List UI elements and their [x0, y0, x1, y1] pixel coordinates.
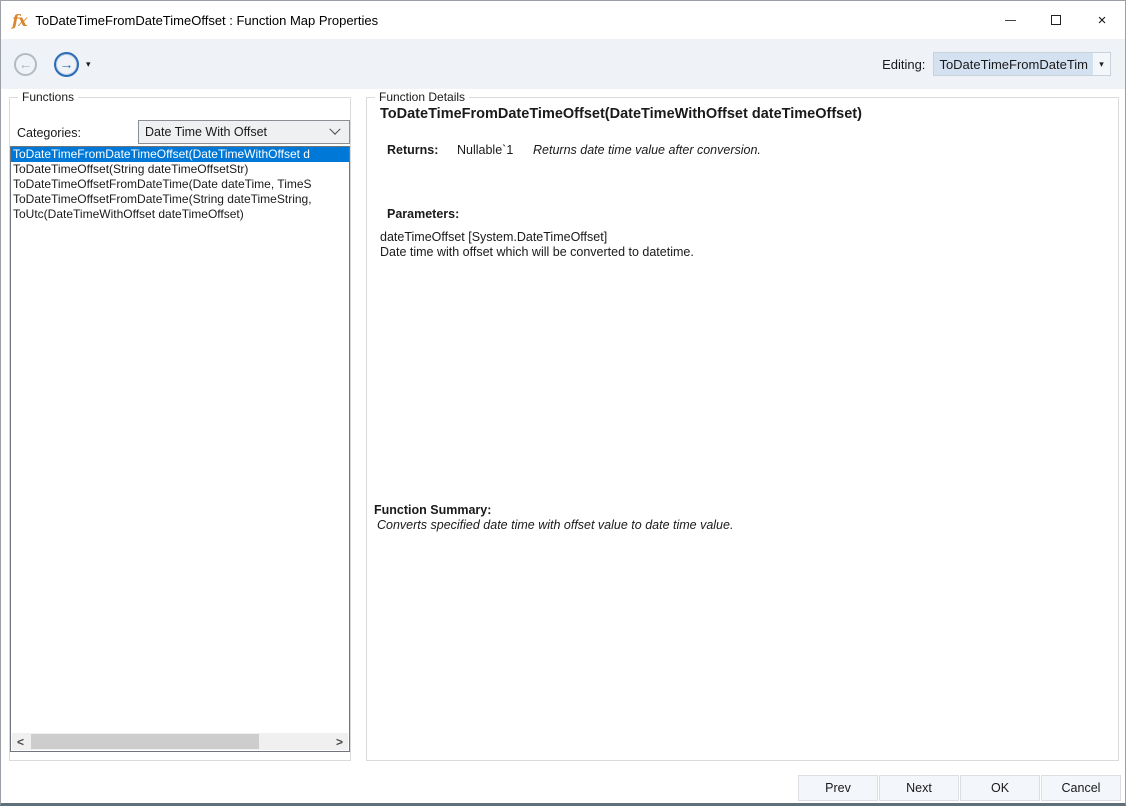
function-summary-text: Converts specified date time with offset… [377, 518, 733, 532]
close-icon: × [1098, 13, 1107, 28]
functions-groupbox: Functions Categories: Date Time With Off… [9, 97, 351, 761]
back-arrow-icon: ← [19, 57, 33, 71]
cancel-button[interactable]: Cancel [1041, 775, 1121, 801]
categories-combobox-value: Date Time With Offset [139, 125, 331, 139]
function-signature: ToDateTimeFromDateTimeOffset(DateTimeWit… [380, 106, 862, 122]
categories-label: Categories: [17, 126, 81, 140]
footer-button-row: Prev Next OK Cancel [797, 775, 1121, 801]
returns-row: Returns: Nullable`1 Returns date time va… [387, 143, 761, 157]
function-summary-label: Function Summary: [374, 503, 491, 517]
chevron-down-icon [329, 124, 340, 135]
function-details-groupbox: Function Details ToDateTimeFromDateTimeO… [366, 97, 1119, 761]
maximize-button[interactable] [1033, 1, 1079, 39]
editing-combobox[interactable]: ToDateTimeFromDateTim ▾ [933, 52, 1111, 76]
editing-dropdown-caret-icon: ▾ [1093, 53, 1110, 75]
parameter-name: dateTimeOffset [System.DateTimeOffset] [380, 230, 607, 244]
forward-arrow-icon: → [60, 57, 74, 71]
returns-type: Nullable`1 [457, 143, 533, 157]
title-bar: fx ToDateTimeFromDateTimeOffset : Functi… [1, 1, 1125, 39]
functions-groupbox-title: Functions [18, 90, 78, 104]
list-item[interactable]: ToDateTimeOffset(String dateTimeOffsetSt… [11, 162, 349, 177]
ok-button[interactable]: OK [960, 775, 1040, 801]
returns-label: Returns: [387, 143, 457, 157]
maximize-icon [1051, 15, 1061, 25]
function-fx-icon: fx [12, 11, 26, 30]
scroll-right-icon[interactable]: > [331, 733, 348, 750]
window-controls: × [987, 1, 1125, 39]
list-item[interactable]: ToUtc(DateTimeWithOffset dateTimeOffset) [11, 207, 349, 222]
function-details-groupbox-title: Function Details [375, 90, 469, 104]
function-map-properties-dialog: fx ToDateTimeFromDateTimeOffset : Functi… [0, 0, 1126, 806]
close-button[interactable]: × [1079, 1, 1125, 39]
scrollbar-thumb[interactable] [31, 734, 259, 749]
returns-description: Returns date time value after conversion… [533, 143, 761, 157]
back-button[interactable]: ← [14, 53, 37, 76]
parameters-label: Parameters: [387, 207, 459, 221]
list-item[interactable]: ToDateTimeFromDateTimeOffset(DateTimeWit… [11, 147, 349, 162]
forward-button[interactable]: → [54, 52, 79, 77]
horizontal-scrollbar[interactable]: < > [12, 733, 348, 750]
list-item[interactable]: ToDateTimeOffsetFromDateTime(String date… [11, 192, 349, 207]
minimize-icon [1005, 20, 1016, 21]
prev-button[interactable]: Prev [798, 775, 878, 801]
next-button[interactable]: Next [879, 775, 959, 801]
forward-dropdown-caret-icon[interactable]: ▾ [86, 59, 91, 70]
editing-combobox-value: ToDateTimeFromDateTim [934, 53, 1093, 75]
navigation-toolbar: ← → ▾ Editing: ToDateTimeFromDateTim ▾ [1, 39, 1125, 89]
scroll-left-icon[interactable]: < [12, 733, 29, 750]
parameter-description: Date time with offset which will be conv… [380, 245, 694, 259]
functions-listbox: ToDateTimeFromDateTimeOffset(DateTimeWit… [10, 146, 350, 752]
window-title: ToDateTimeFromDateTimeOffset : Function … [35, 13, 378, 28]
minimize-button[interactable] [987, 1, 1033, 39]
editing-label: Editing: [882, 57, 925, 72]
editing-area: Editing: ToDateTimeFromDateTim ▾ [882, 52, 1111, 76]
list-item[interactable]: ToDateTimeOffsetFromDateTime(Date dateTi… [11, 177, 349, 192]
categories-combobox[interactable]: Date Time With Offset [138, 120, 350, 144]
